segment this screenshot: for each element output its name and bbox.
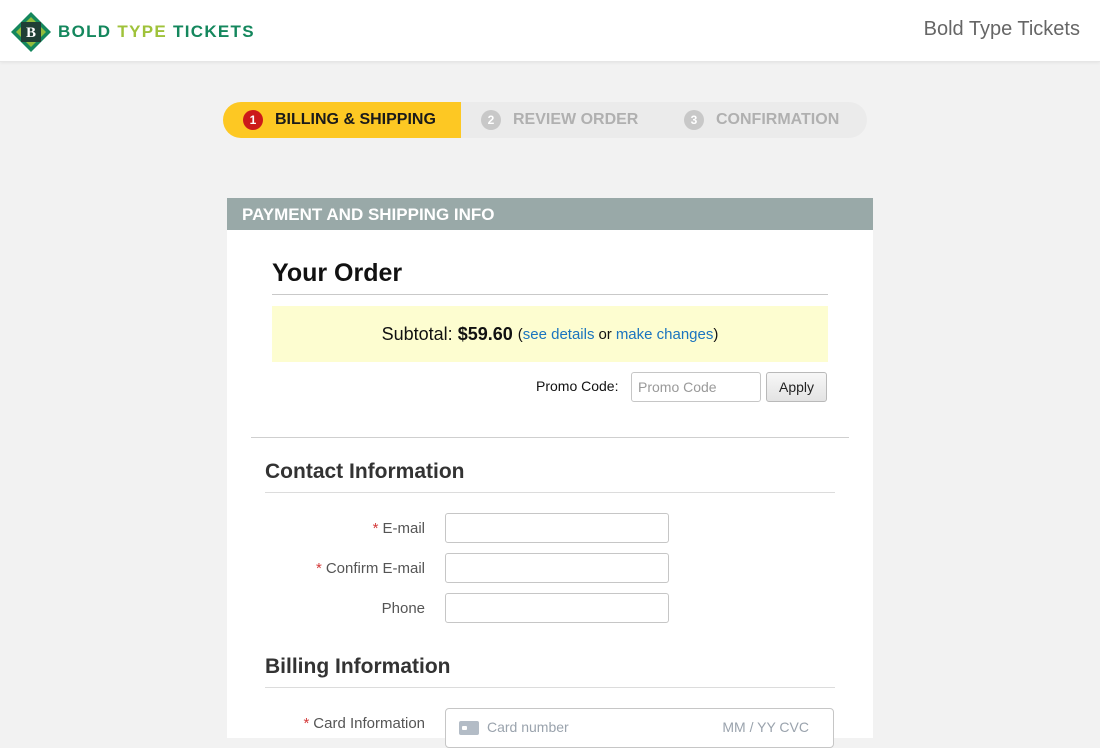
- step-number-badge: 3: [684, 110, 704, 130]
- top-bar: B BOLD TYPE TICKETS Bold Type Tickets: [0, 0, 1100, 62]
- confirm-email-label-text: Confirm E-mail: [325, 560, 425, 577]
- subtotal-links: (see details or make changes): [518, 326, 719, 343]
- step-billing-shipping: 1 BILLING & SHIPPING: [243, 102, 436, 138]
- promo-code-input[interactable]: [631, 372, 761, 402]
- required-marker: *: [315, 560, 322, 577]
- subtotal-label: Subtotal:: [381, 323, 453, 344]
- logo-wordmark: BOLD TYPE TICKETS: [58, 22, 255, 42]
- contact-section-title: Contact Information: [265, 460, 465, 483]
- checkout-panel: PAYMENT AND SHIPPING INFO Your Order Sub…: [227, 198, 873, 748]
- logo-letter: B: [26, 25, 36, 41]
- step-number-badge: 2: [481, 110, 501, 130]
- logo-mark-icon: B: [11, 12, 51, 52]
- site-logo[interactable]: B BOLD TYPE TICKETS: [10, 11, 255, 53]
- logo-word-tickets: TICKETS: [173, 22, 255, 41]
- phone-label-text: Phone: [381, 600, 425, 617]
- required-marker: *: [303, 715, 310, 732]
- make-changes-link[interactable]: make changes: [616, 326, 714, 343]
- paren-close: ): [713, 325, 719, 343]
- email-field[interactable]: [445, 513, 669, 543]
- card-info-label: * Card Information: [303, 715, 425, 732]
- logo-word-bold: BOLD: [58, 22, 112, 41]
- card-number-placeholder: Card number: [487, 719, 569, 735]
- subtotal-amount: $59.60: [457, 323, 513, 344]
- card-expiry-cvc-placeholder: MM / YY CVC: [722, 719, 809, 735]
- see-details-link[interactable]: see details: [523, 326, 595, 343]
- email-label: * E-mail: [373, 520, 425, 537]
- confirm-email-label: * Confirm E-mail: [316, 560, 425, 577]
- order-divider: [272, 294, 828, 295]
- required-marker: *: [372, 520, 379, 537]
- confirm-email-field[interactable]: [445, 553, 669, 583]
- contact-section-rule: [265, 492, 835, 493]
- card-info-label-text: Card Information: [313, 715, 425, 732]
- phone-field[interactable]: [445, 593, 669, 623]
- billing-section-rule: [265, 687, 835, 688]
- credit-card-icon: [459, 721, 479, 735]
- site-name-link[interactable]: Bold Type Tickets: [924, 18, 1080, 41]
- step-number-badge: 1: [243, 110, 263, 130]
- step-label: REVIEW ORDER: [513, 111, 639, 128]
- logo-word-type: TYPE: [117, 22, 168, 41]
- checkout-steps: 1 BILLING & SHIPPING 2 REVIEW ORDER 3 CO…: [223, 102, 867, 138]
- section-divider: [251, 437, 849, 438]
- promo-code-label: Promo Code:: [536, 378, 619, 394]
- step-confirmation: 3 CONFIRMATION: [684, 102, 839, 138]
- apply-promo-button[interactable]: Apply: [766, 372, 827, 402]
- card-number-input[interactable]: Card number MM / YY CVC: [445, 708, 834, 748]
- step-label: CONFIRMATION: [716, 111, 840, 128]
- order-title: Your Order: [272, 259, 403, 287]
- or-text: or: [598, 325, 612, 343]
- subtotal-box: Subtotal: $59.60 (see details or make chan…: [272, 306, 828, 362]
- step-label: BILLING & SHIPPING: [275, 111, 436, 128]
- email-label-text: E-mail: [382, 520, 425, 537]
- billing-section-title: Billing Information: [265, 655, 451, 678]
- panel-title: PAYMENT AND SHIPPING INFO: [227, 198, 873, 230]
- phone-label: Phone: [382, 600, 425, 617]
- step-review-order: 2 REVIEW ORDER: [481, 102, 638, 138]
